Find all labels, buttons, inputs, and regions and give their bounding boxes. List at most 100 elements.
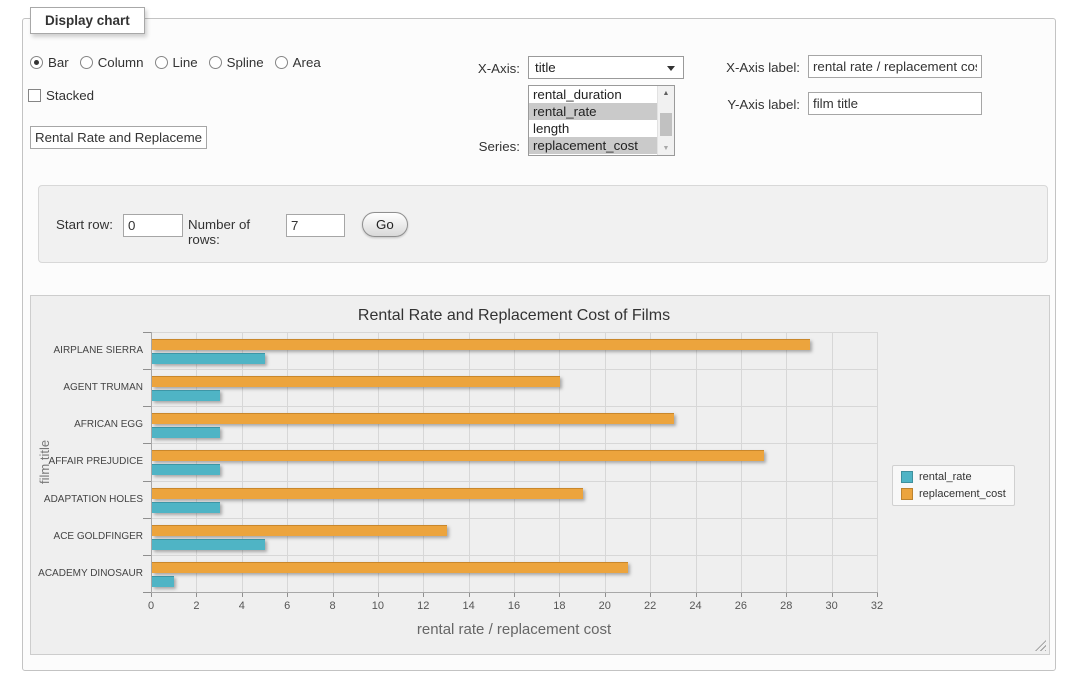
radio-icon[interactable] bbox=[209, 56, 222, 69]
x-axis-tick bbox=[423, 593, 424, 597]
x-axis-tick bbox=[559, 593, 560, 597]
radio-option-area[interactable]: Area bbox=[275, 55, 321, 70]
x-tick-label: 22 bbox=[635, 600, 665, 612]
y-axis-tick bbox=[143, 592, 151, 593]
x-axis-tick bbox=[514, 593, 515, 597]
y-axis-title: film title bbox=[37, 332, 52, 592]
number-of-rows-input[interactable] bbox=[286, 214, 345, 237]
x-axis-select-label: X-Axis: bbox=[420, 61, 520, 76]
x-axis-tick bbox=[287, 593, 288, 597]
y-axis-tick bbox=[143, 481, 151, 482]
x-axis-tick bbox=[605, 593, 606, 597]
radio-label: Bar bbox=[48, 55, 69, 70]
checkbox-icon[interactable] bbox=[28, 89, 41, 102]
gridline-vertical bbox=[287, 332, 288, 592]
chart-container: 02468101214161820222426283032AIRPLANE SI… bbox=[30, 295, 1050, 655]
start-row-input[interactable] bbox=[123, 214, 183, 237]
gridline-vertical bbox=[242, 332, 243, 592]
scroll-up-icon[interactable]: ▲ bbox=[658, 86, 674, 100]
bar-rental_rate[interactable] bbox=[152, 353, 265, 364]
x-tick-label: 32 bbox=[862, 600, 892, 612]
fieldset-legend-title: Display chart bbox=[30, 7, 145, 34]
x-tick-label: 4 bbox=[227, 600, 257, 612]
gridline-vertical bbox=[741, 332, 742, 592]
x-axis-tick bbox=[650, 593, 651, 597]
y-axis-line bbox=[151, 332, 152, 592]
x-tick-label: 28 bbox=[771, 600, 801, 612]
series-list-label: Series: bbox=[420, 139, 520, 154]
go-button[interactable]: Go bbox=[362, 212, 408, 237]
number-of-rows-label: Number of rows: bbox=[188, 217, 284, 247]
x-axis-tick bbox=[741, 593, 742, 597]
radio-option-bar[interactable]: Bar bbox=[30, 55, 69, 70]
gridline-vertical bbox=[469, 332, 470, 592]
x-axis-tick bbox=[378, 593, 379, 597]
bar-replacement_cost[interactable] bbox=[152, 525, 447, 536]
x-tick-label: 18 bbox=[544, 600, 574, 612]
series-option-length[interactable]: length bbox=[529, 120, 657, 137]
legend-item-replacement_cost[interactable]: replacement_cost bbox=[901, 488, 1006, 500]
x-axis-tick bbox=[877, 593, 878, 597]
radio-icon[interactable] bbox=[80, 56, 93, 69]
bar-replacement_cost[interactable] bbox=[152, 339, 810, 350]
bar-rental_rate[interactable] bbox=[152, 427, 220, 438]
gridline-horizontal bbox=[151, 555, 877, 556]
radio-option-spline[interactable]: Spline bbox=[209, 55, 264, 70]
y-axis-tick bbox=[143, 443, 151, 444]
chart-title-input[interactable] bbox=[30, 126, 207, 149]
radio-icon[interactable] bbox=[30, 56, 43, 69]
x-axis-tick bbox=[196, 593, 197, 597]
radio-label: Area bbox=[293, 55, 321, 70]
gridline-horizontal bbox=[151, 369, 877, 370]
x-axis-tick bbox=[832, 593, 833, 597]
stacked-label: Stacked bbox=[46, 88, 94, 103]
gridline-vertical bbox=[877, 332, 878, 592]
x-tick-label: 14 bbox=[454, 600, 484, 612]
series-option-rental-duration[interactable]: rental_duration bbox=[529, 86, 657, 103]
bar-rental_rate[interactable] bbox=[152, 464, 220, 475]
bar-replacement_cost[interactable] bbox=[152, 450, 764, 461]
legend-item-rental_rate[interactable]: rental_rate bbox=[901, 471, 1006, 483]
radio-option-column[interactable]: Column bbox=[80, 55, 144, 70]
series-option-rental-rate[interactable]: rental_rate bbox=[529, 103, 657, 120]
scroll-down-icon[interactable]: ▼ bbox=[658, 141, 674, 155]
bar-rental_rate[interactable] bbox=[152, 390, 220, 401]
bar-rental_rate[interactable] bbox=[152, 539, 265, 550]
x-axis-label-input[interactable] bbox=[808, 55, 982, 78]
gridline-vertical bbox=[696, 332, 697, 592]
y-axis-label-input[interactable] bbox=[808, 92, 982, 115]
bar-replacement_cost[interactable] bbox=[152, 562, 628, 573]
bar-rental_rate[interactable] bbox=[152, 576, 174, 587]
stacked-checkbox-row[interactable]: Stacked bbox=[28, 88, 94, 103]
scrollbar-thumb[interactable] bbox=[660, 113, 672, 136]
series-multiselect[interactable]: rental_duration rental_rate length repla… bbox=[528, 85, 675, 156]
radio-icon[interactable] bbox=[155, 56, 168, 69]
bar-replacement_cost[interactable] bbox=[152, 488, 583, 499]
x-tick-label: 8 bbox=[318, 600, 348, 612]
radio-label: Column bbox=[98, 55, 144, 70]
gridline-vertical bbox=[378, 332, 379, 592]
y-axis-tick bbox=[143, 555, 151, 556]
series-list-scrollbar[interactable]: ▲ ▼ bbox=[657, 86, 674, 155]
x-axis-title: rental rate / replacement cost bbox=[151, 621, 877, 638]
x-tick-label: 24 bbox=[681, 600, 711, 612]
chart-type-radio-group: Bar Column Line Spline Area bbox=[30, 55, 321, 70]
bar-rental_rate[interactable] bbox=[152, 502, 220, 513]
y-axis-tick bbox=[143, 518, 151, 519]
radio-label: Line bbox=[173, 55, 198, 70]
x-tick-label: 0 bbox=[136, 600, 166, 612]
gridline-vertical bbox=[786, 332, 787, 592]
y-axis-tick bbox=[143, 406, 151, 407]
radio-option-line[interactable]: Line bbox=[155, 55, 198, 70]
series-option-replacement-cost[interactable]: replacement_cost bbox=[529, 137, 657, 154]
resize-handle-icon[interactable] bbox=[1035, 640, 1046, 651]
x-axis-select[interactable]: title bbox=[528, 56, 684, 79]
x-axis-tick bbox=[151, 593, 152, 597]
bar-replacement_cost[interactable] bbox=[152, 376, 560, 387]
legend-label: replacement_cost bbox=[919, 488, 1006, 500]
radio-icon[interactable] bbox=[275, 56, 288, 69]
radio-label: Spline bbox=[227, 55, 264, 70]
x-tick-label: 10 bbox=[363, 600, 393, 612]
bar-replacement_cost[interactable] bbox=[152, 413, 674, 424]
x-axis-tick bbox=[786, 593, 787, 597]
